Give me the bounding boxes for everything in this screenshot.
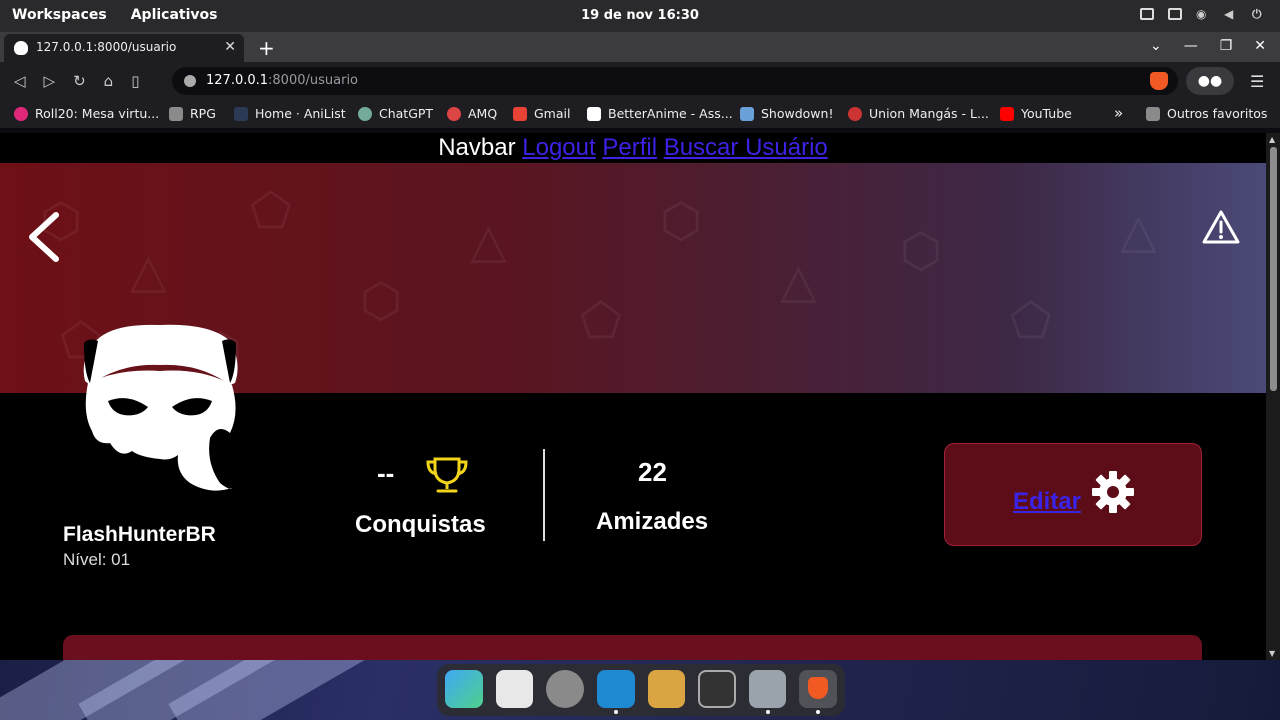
showdown-icon	[740, 106, 754, 121]
navbar-title: Navbar	[438, 134, 516, 161]
friends-count: 22	[638, 457, 667, 487]
minimize-icon[interactable]: —	[1184, 38, 1198, 54]
page-content: Navbar Logout Perfil Buscar Usuário ⬡ △ …	[0, 133, 1266, 660]
username: FlashHunterBR	[63, 523, 216, 546]
bookmark-item[interactable]: Roll20: Mesa virtu...	[14, 106, 159, 121]
brave-shields-icon[interactable]	[1150, 72, 1168, 90]
anilist-icon	[234, 106, 248, 121]
friends-label: Amizades	[596, 508, 709, 535]
folder-icon	[169, 106, 183, 121]
bookmark-item[interactable]: YouTube	[1000, 106, 1072, 121]
restore-icon[interactable]: ❐	[1220, 38, 1233, 54]
browser-tab[interactable]: 127.0.0.1:8000/usuario ✕	[4, 34, 244, 62]
bookmark-item[interactable]: Home · AniList	[234, 106, 346, 121]
page-scrollbar[interactable]: ▲ ▼	[1266, 133, 1280, 660]
stats-divider	[543, 449, 545, 541]
betteranime-icon	[587, 106, 601, 121]
dock	[437, 664, 845, 716]
gmail-icon	[513, 106, 527, 121]
scroll-thumb[interactable]	[1270, 147, 1277, 391]
achievements-label: Conquistas	[355, 511, 486, 538]
menu-icon[interactable]: ☰	[1250, 72, 1264, 91]
network-icon[interactable]: ◉	[1196, 7, 1210, 21]
edit-profile-card: Editar	[944, 443, 1202, 546]
vscode-icon[interactable]	[596, 670, 635, 714]
address-bar-row: ◁ ▷ ↻ ⌂ ▯ 127.0.0.1:8000/usuario	[0, 62, 1280, 100]
navbar: Navbar Logout Perfil Buscar Usuário	[0, 133, 1266, 163]
url-input[interactable]: 127.0.0.1:8000/usuario	[172, 67, 1178, 95]
site-info-icon[interactable]	[184, 75, 196, 87]
private-window-icon[interactable]: ●●	[1186, 67, 1234, 95]
tab-bar: 127.0.0.1:8000/usuario ✕	[0, 32, 1280, 62]
bookmark-icon[interactable]: ▯	[131, 72, 139, 90]
url-path: :8000/usuario	[268, 73, 359, 88]
gear-icon[interactable]	[1091, 470, 1135, 514]
bookmark-item[interactable]: BetterAnime - Ass...	[587, 106, 733, 121]
screen-share-icon[interactable]	[1140, 8, 1154, 20]
scroll-up-icon[interactable]: ▲	[1269, 135, 1275, 144]
volume-icon[interactable]: ◀	[1224, 7, 1238, 21]
bookmark-item[interactable]: Showdown!	[740, 106, 833, 121]
profile-link[interactable]: Perfil	[602, 134, 657, 161]
user-level: Nível: 01	[63, 550, 131, 569]
brave-browser-icon[interactable]	[799, 670, 838, 714]
bookmark-item[interactable]: RPG	[169, 106, 216, 121]
keyboard-icon[interactable]	[1168, 8, 1182, 20]
bookmark-item[interactable]: AMQ	[447, 106, 497, 121]
clock[interactable]: 19 de nov 16:30	[0, 8, 1280, 23]
roll20-icon	[14, 106, 28, 121]
tab-title: 127.0.0.1:8000/usuario	[36, 40, 177, 54]
amq-icon	[447, 106, 461, 121]
bookmarks-bar: Roll20: Mesa virtu... RPG Home · AniList…	[0, 100, 1280, 128]
tab-list-icon[interactable]: ⌄	[1150, 38, 1162, 54]
reload-icon[interactable]: ↻	[73, 72, 86, 90]
achievements-count: --	[377, 458, 395, 488]
system-top-bar: Workspaces Aplicativos 19 de nov 16:30 ◉…	[0, 0, 1280, 32]
bookmark-item[interactable]: ChatGPT	[358, 106, 433, 121]
app-launcher-icon[interactable]	[647, 670, 686, 708]
scroll-down-icon[interactable]: ▼	[1269, 649, 1275, 658]
avatar[interactable]	[80, 323, 240, 493]
folder-icon	[1146, 106, 1160, 121]
forward-icon[interactable]: ▷	[44, 72, 56, 90]
tab-favicon-icon	[14, 41, 28, 55]
url-host: 127.0.0.1	[206, 73, 269, 88]
settings-icon[interactable]	[546, 670, 584, 708]
union-mangas-icon	[848, 106, 862, 121]
files-icon[interactable]	[748, 670, 787, 714]
more-bookmarks-button[interactable]: »	[1114, 104, 1123, 122]
window-controls: ⌄ — ❐ ✕	[1150, 38, 1266, 54]
app-grid-icon[interactable]	[445, 670, 483, 708]
power-icon[interactable]: ⏻	[1252, 7, 1266, 21]
back-arrow-icon[interactable]	[26, 211, 62, 263]
search-user-link[interactable]: Buscar Usuário	[664, 134, 828, 161]
content-card	[63, 635, 1202, 660]
edit-profile-link[interactable]: Editar	[1013, 488, 1081, 516]
close-window-icon[interactable]: ✕	[1254, 38, 1266, 54]
other-favorites[interactable]: Outros favoritos	[1146, 106, 1267, 121]
bookmark-item[interactable]: Gmail	[513, 106, 570, 121]
youtube-icon	[1000, 106, 1014, 121]
warning-icon[interactable]	[1201, 209, 1241, 245]
home-icon[interactable]: ⌂	[104, 72, 114, 90]
trophy-icon	[426, 457, 468, 493]
chatgpt-icon	[358, 106, 372, 121]
close-tab-icon[interactable]: ✕	[224, 39, 236, 55]
new-tab-button[interactable]: +	[258, 36, 275, 60]
bookmark-item[interactable]: Union Mangás - L...	[848, 106, 989, 121]
terminal-icon[interactable]	[698, 670, 736, 708]
back-icon[interactable]: ◁	[14, 72, 26, 90]
logout-link[interactable]: Logout	[522, 134, 595, 161]
text-editor-icon[interactable]	[495, 670, 534, 708]
